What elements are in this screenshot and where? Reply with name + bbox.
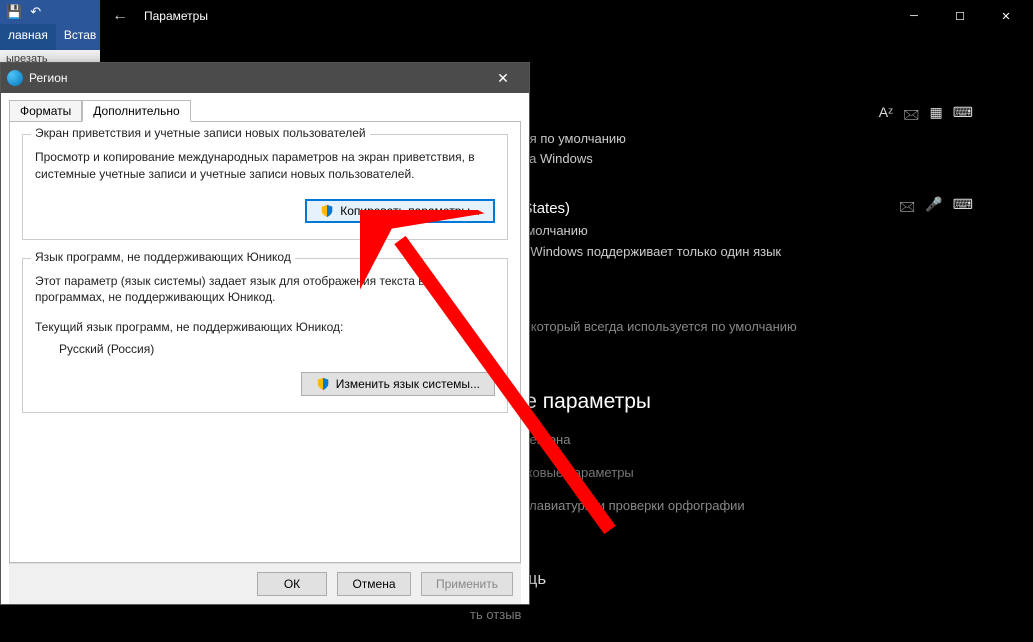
minimize-button[interactable]: ─ [891, 0, 937, 32]
link-feedback[interactable]: ть отзыв [470, 607, 993, 622]
language-sub-3: ейса [470, 263, 993, 281]
region-close-button[interactable]: ✕ [483, 70, 523, 87]
tab-advanced[interactable]: Дополнительно [82, 100, 190, 122]
related-settings-heading: ующие параметры [470, 390, 993, 414]
display-lang-icon: Aᶻ [879, 104, 893, 128]
handwriting-icon: ⌨ [953, 196, 973, 220]
button-label: Изменить язык системы... [336, 377, 480, 391]
apply-button[interactable]: Применить [421, 572, 513, 596]
speech-icon: 🎤 [925, 196, 942, 220]
button-label: Копировать параметры... [340, 204, 480, 218]
region-tabs: Форматы Дополнительно [9, 99, 521, 121]
word-quick-access-toolbar: 💾 ↶ [0, 0, 100, 24]
tab-formats[interactable]: Форматы [9, 100, 82, 122]
link-date-region[interactable]: емени и региона [470, 432, 993, 447]
tab-panel-advanced: Экран приветствия и учетные записи новых… [9, 121, 521, 563]
link-admin-lang[interactable]: вные языковые параметры [470, 465, 993, 480]
language-feature-icons: Aᶻ 🖂 ▦ ⌨ [879, 104, 973, 128]
language-item-1[interactable]: й Aᶻ 🖂 ▦ ⌨ риложения по умолчанию нтерфе… [470, 104, 993, 168]
region-dialog-title: Регион [29, 71, 68, 85]
word-ribbon: лавная Встав [0, 24, 100, 50]
language-feature-icons: 🖂 🎤 ⌨ [899, 196, 973, 220]
group-description: Просмотр и копирование международных пар… [35, 149, 495, 183]
tts-icon: 🖂 [903, 104, 919, 128]
get-help-heading: ь помощь [470, 569, 993, 589]
language-sub-2: лицензия Windows поддерживает только оди… [470, 243, 993, 261]
change-system-locale-button[interactable]: Изменить язык системы... [301, 372, 495, 396]
undo-icon[interactable]: ↶ [30, 4, 41, 20]
settings-titlebar: ← Параметры ─ ☐ ✕ [100, 0, 1033, 32]
dialog-button-row: ОК Отмена Применить [9, 563, 521, 604]
handwriting-icon: ⌨ [953, 104, 973, 128]
non-unicode-group: Язык программ, не поддерживающих Юникод … [22, 258, 508, 414]
tts-icon: 🖂 [899, 196, 915, 220]
current-locale-value: Русский (Россия) [59, 342, 495, 356]
region-dialog: Регион ✕ Форматы Дополнительно Экран при… [0, 62, 530, 605]
maximize-button[interactable]: ☐ [937, 0, 983, 32]
ribbon-tab-home[interactable]: лавная [0, 24, 56, 50]
language-sub-2: нтерфейса Windows [470, 150, 993, 168]
current-locale-label: Текущий язык программ, не поддерживающих… [35, 320, 495, 334]
back-button[interactable]: ← [104, 7, 136, 25]
language-item-2[interactable]: (United States) 🖂 🎤 ⌨ вода по умолчанию … [470, 196, 993, 281]
cancel-button[interactable]: Отмена [337, 572, 410, 596]
group-legend: Экран приветствия и учетные записи новых… [31, 126, 370, 140]
close-button[interactable]: ✕ [983, 0, 1029, 32]
uac-shield-icon [320, 204, 334, 218]
language-sub-1: риложения по умолчанию [470, 130, 993, 148]
region-titlebar: Регион ✕ [1, 63, 529, 93]
link-input-spellcheck[interactable]: я ввода, клавиатуры и проверки орфографи… [470, 498, 993, 513]
save-icon[interactable]: 💾 [6, 4, 22, 20]
input-method-hint: од ввода, который всегда используется по… [470, 319, 993, 334]
globe-icon [7, 70, 23, 86]
ribbon-tab-insert[interactable]: Встав [56, 24, 104, 50]
language-sub-1: вода по умолчанию [470, 222, 993, 240]
welcome-screen-group: Экран приветствия и учетные записи новых… [22, 134, 508, 240]
uac-shield-icon [316, 377, 330, 391]
ok-button[interactable]: ОК [257, 572, 327, 596]
group-description: Этот параметр (язык системы) задает язык… [35, 273, 495, 307]
settings-title: Параметры [144, 9, 208, 23]
group-legend: Язык программ, не поддерживающих Юникод [31, 250, 295, 264]
copy-settings-button[interactable]: Копировать параметры... [305, 199, 495, 223]
speech-icon: ▦ [930, 104, 943, 128]
